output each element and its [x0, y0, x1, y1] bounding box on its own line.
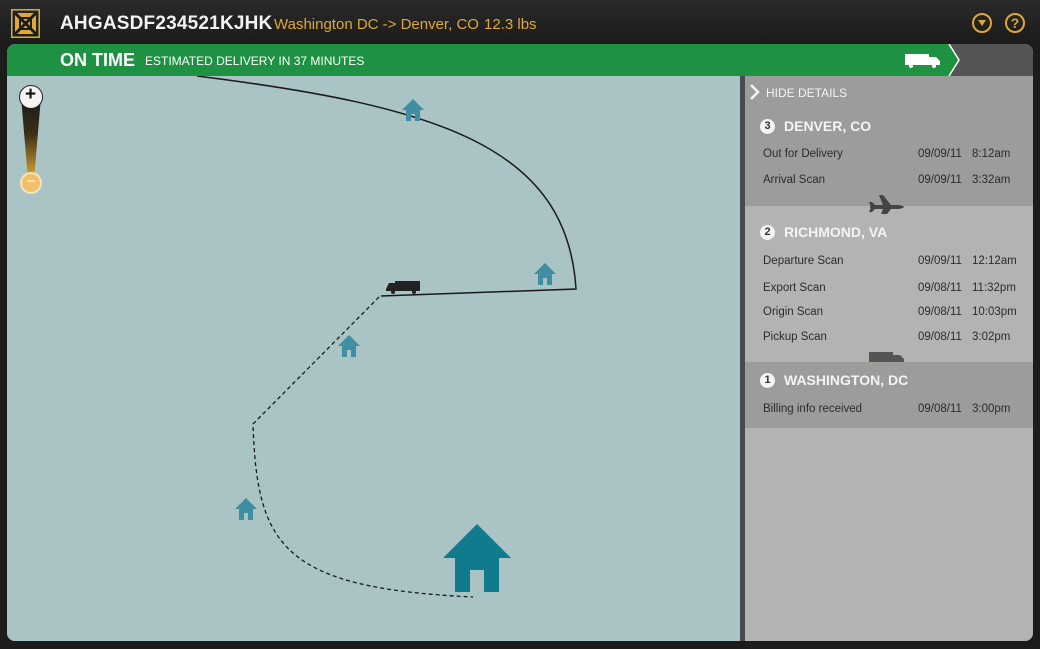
truck-icon [386, 281, 420, 294]
stop-number: 3 [760, 119, 775, 134]
event-row[interactable]: Departure Scan 09/09/11 12:12am [763, 255, 1033, 273]
zoom-out-icon: − [26, 173, 36, 190]
house-icon [338, 335, 360, 357]
zoom-in-icon: + [24, 84, 37, 105]
event-time: 3:02pm [972, 331, 1011, 343]
tracking-frame: ON TIME ESTIMATED DELIVERY IN 37 MINUTES [7, 44, 1033, 641]
zoom-control: + − [18, 84, 44, 204]
chevron-right-icon [750, 84, 760, 100]
route-text: Washington DC -> Denver, CO [274, 16, 479, 33]
top-bar: AHGASDF234521KJHK Washington DC -> Denve… [0, 0, 1040, 46]
destination-house-icon [443, 524, 511, 592]
event-description: Pickup Scan [763, 331, 827, 343]
event-row[interactable]: Export Scan 09/08/11 11:32pm [763, 282, 1033, 300]
completed-route-line [196, 76, 577, 297]
event-time: 3:32am [972, 174, 1011, 186]
help-icon[interactable]: ? [1005, 13, 1025, 33]
event-date: 09/09/11 [918, 255, 962, 267]
event-time: 10:03pm [972, 306, 1017, 318]
event-row[interactable]: Pickup Scan 09/08/11 3:02pm [763, 331, 1033, 349]
house-icon [402, 99, 424, 121]
truck-icon [905, 54, 940, 68]
remaining-route-line [252, 296, 474, 598]
status-bar: ON TIME ESTIMATED DELIVERY IN 37 MINUTES [7, 44, 1033, 76]
tracking-number: AHGASDF234521KJHK [60, 13, 273, 34]
event-time: 11:32pm [972, 282, 1016, 294]
event-row[interactable]: Out for Delivery 09/09/11 8:12am [763, 148, 1033, 166]
event-date: 09/08/11 [918, 403, 962, 415]
route-map [196, 76, 577, 598]
stop-number: 1 [760, 373, 775, 388]
stop-denver: 3 DENVER, CO Out for Delivery 09/09/11 8… [745, 108, 1033, 206]
dropdown-icon[interactable] [972, 13, 992, 33]
zoom-out-button[interactable]: − [20, 172, 42, 194]
package-weight: 12.3 lbs [484, 16, 537, 33]
stop-city: DENVER, CO [784, 118, 872, 134]
event-description: Billing info received [763, 403, 863, 415]
event-time: 8:12am [972, 148, 1011, 160]
hide-details-label: HIDE DETAILS [766, 86, 848, 100]
map-area[interactable]: + − [7, 76, 740, 641]
house-icon [235, 498, 257, 520]
details-panel: HIDE DETAILS 3 DENVER, CO Out for Delive… [745, 76, 1033, 641]
zoom-in-button[interactable]: + [19, 84, 43, 109]
event-description: Origin Scan [763, 306, 824, 318]
event-description: Export Scan [763, 282, 826, 294]
event-time: 12:12am [972, 255, 1017, 267]
stop-city: RICHMOND, VA [784, 224, 888, 240]
event-description: Arrival Scan [763, 174, 825, 186]
stop-number: 2 [760, 225, 775, 240]
stop-washington: 1 WASHINGTON, DC Billing info received 0… [745, 362, 1033, 428]
event-date: 09/08/11 [918, 282, 962, 294]
status-bar-arrow [948, 44, 1033, 76]
package-logo-icon [11, 9, 40, 38]
event-date: 09/08/11 [918, 306, 962, 318]
event-row[interactable]: Origin Scan 09/08/11 10:03pm [763, 306, 1033, 324]
stop-richmond: 2 RICHMOND, VA Departure Scan 09/09/11 1… [745, 214, 1033, 354]
event-description: Departure Scan [763, 255, 844, 267]
hide-details-button[interactable]: HIDE DETAILS [745, 76, 1033, 108]
event-description: Out for Delivery [763, 148, 843, 160]
event-row[interactable]: Billing info received 09/08/11 3:00pm [763, 403, 1033, 421]
stop-city: WASHINGTON, DC [784, 372, 909, 388]
event-date: 09/08/11 [918, 331, 962, 343]
event-date: 09/09/11 [918, 148, 962, 160]
house-icon [534, 263, 556, 285]
event-row[interactable]: Arrival Scan 09/09/11 3:32am [763, 174, 1033, 192]
event-date: 09/09/11 [918, 174, 962, 186]
event-time: 3:00pm [972, 403, 1011, 415]
